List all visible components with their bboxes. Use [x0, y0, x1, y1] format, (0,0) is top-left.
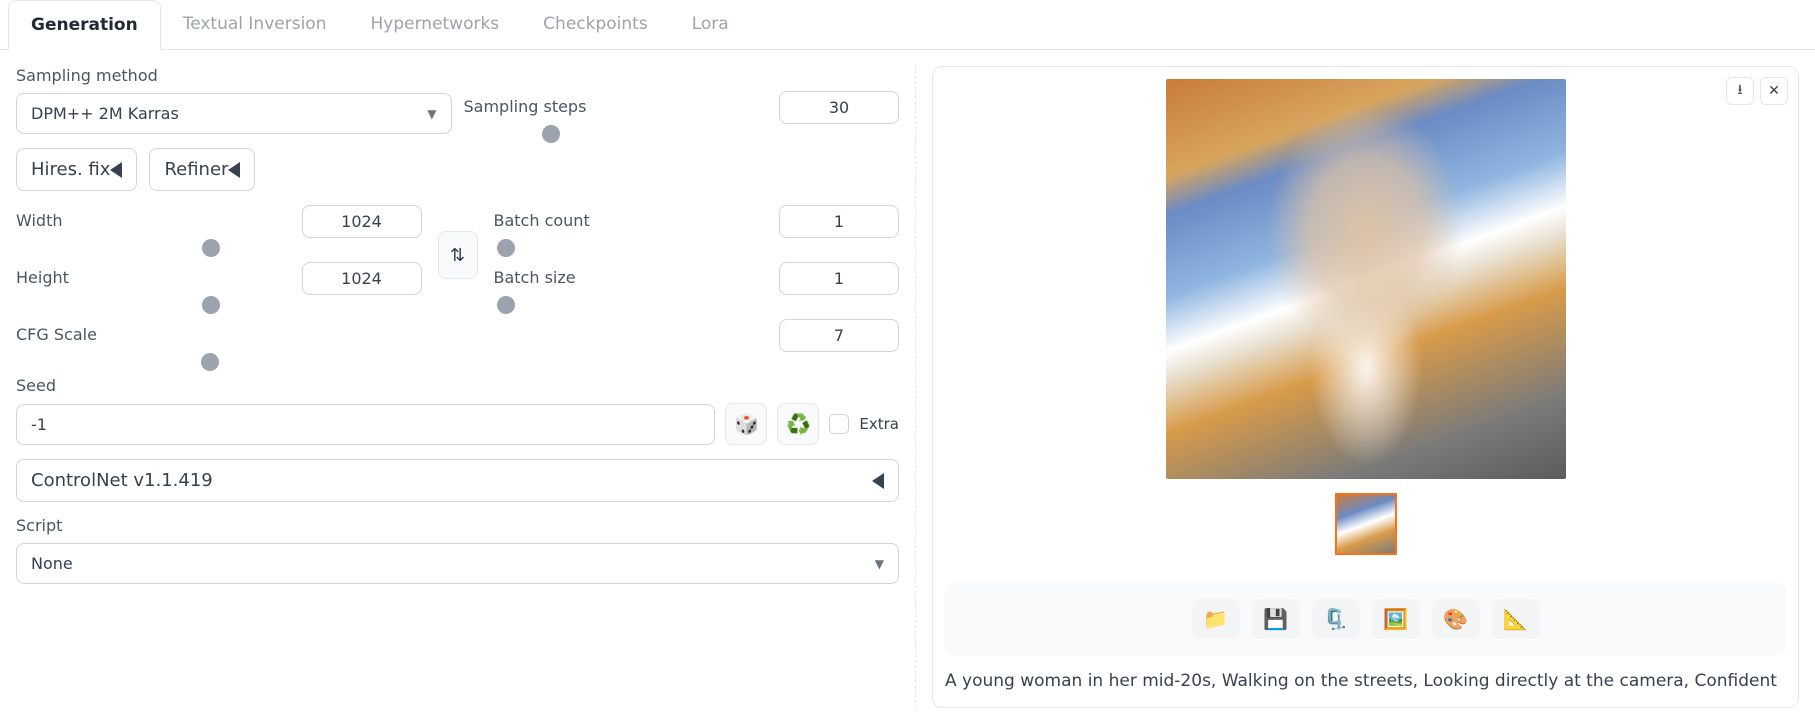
save-button[interactable]: 💾 — [1252, 599, 1300, 639]
seed-extra-checkbox[interactable] — [829, 414, 849, 434]
ruler-icon: 📐 — [1503, 607, 1528, 631]
seed-label: Seed — [16, 376, 899, 395]
refiner-expand[interactable]: Refiner — [149, 148, 255, 191]
sampling-steps-label: Sampling steps — [464, 97, 587, 116]
tab-textual-inversion[interactable]: Textual Inversion — [161, 0, 349, 49]
sampling-method-select[interactable]: DPM++ 2M Karras ▼ — [16, 93, 452, 134]
random-seed-button[interactable]: 🎲 — [725, 403, 767, 445]
batch-size-input[interactable] — [779, 262, 899, 295]
dice-icon: 🎲 — [734, 412, 759, 436]
download-icon: ⭳ — [1738, 79, 1743, 103]
batch-count-input[interactable] — [779, 205, 899, 238]
generation-info-text: A young woman in her mid-20s, Walking on… — [945, 669, 1786, 695]
sampling-steps-input[interactable] — [779, 91, 899, 124]
controlnet-label: ControlNet v1.1.419 — [31, 470, 213, 491]
download-image-button[interactable]: ⭳ — [1726, 77, 1754, 105]
chevron-down-icon: ▼ — [427, 107, 436, 121]
open-folder-button[interactable]: 📁 — [1192, 599, 1240, 639]
hires-fix-label: Hires. fix — [31, 159, 110, 180]
height-input[interactable] — [302, 262, 422, 295]
width-label: Width — [16, 211, 62, 230]
hires-fix-expand[interactable]: Hires. fix — [16, 148, 137, 191]
cfg-input[interactable] — [779, 319, 899, 352]
sampling-method-label: Sampling method — [16, 66, 452, 85]
height-label: Height — [16, 268, 69, 287]
picture-icon: 🖼️ — [1383, 607, 1408, 631]
script-select[interactable]: None ▼ — [16, 543, 899, 584]
script-label: Script — [16, 516, 899, 535]
tab-generation[interactable]: Generation — [8, 0, 161, 50]
collapse-left-icon — [872, 473, 884, 489]
reuse-seed-button[interactable]: ♻️ — [777, 403, 819, 445]
floppy-icon: 💾 — [1263, 607, 1288, 631]
refiner-label: Refiner — [164, 159, 228, 180]
width-input[interactable] — [302, 205, 422, 238]
seed-extra-label: Extra — [859, 415, 899, 433]
output-action-bar: 📁 💾 🗜️ 🖼️ 🎨 📐 — [945, 583, 1786, 655]
save-zip-button[interactable]: 🗜️ — [1312, 599, 1360, 639]
tab-checkpoints[interactable]: Checkpoints — [521, 0, 670, 49]
palette-icon: 🎨 — [1443, 607, 1468, 631]
batch-size-label: Batch size — [494, 268, 576, 287]
send-to-inpaint-button[interactable]: 🎨 — [1432, 599, 1480, 639]
recycle-icon: ♻️ — [786, 412, 811, 436]
script-value: None — [31, 554, 73, 573]
archive-icon: 🗜️ — [1323, 607, 1348, 631]
close-icon: ✕ — [1768, 83, 1780, 99]
send-to-extras-button[interactable]: 📐 — [1492, 599, 1540, 639]
tabs-bar: Generation Textual Inversion Hypernetwor… — [0, 0, 1815, 50]
collapse-left-icon — [110, 162, 122, 178]
collapse-left-icon — [228, 162, 240, 178]
tab-lora[interactable]: Lora — [670, 0, 751, 49]
sampling-method-value: DPM++ 2M Karras — [31, 104, 179, 123]
swap-dimensions-button[interactable]: ⇅ — [438, 231, 478, 279]
folder-icon: 📁 — [1203, 607, 1228, 631]
close-preview-button[interactable]: ✕ — [1760, 77, 1788, 105]
output-image-preview[interactable] — [1166, 79, 1566, 479]
chevron-down-icon: ▼ — [875, 557, 884, 571]
send-to-img2img-button[interactable]: 🖼️ — [1372, 599, 1420, 639]
seed-input[interactable] — [16, 404, 715, 445]
batch-count-label: Batch count — [494, 211, 590, 230]
controlnet-expand[interactable]: ControlNet v1.1.419 — [16, 459, 899, 502]
output-thumbnail[interactable] — [1335, 493, 1397, 555]
tab-hypernetworks[interactable]: Hypernetworks — [348, 0, 521, 49]
cfg-label: CFG Scale — [16, 325, 97, 344]
